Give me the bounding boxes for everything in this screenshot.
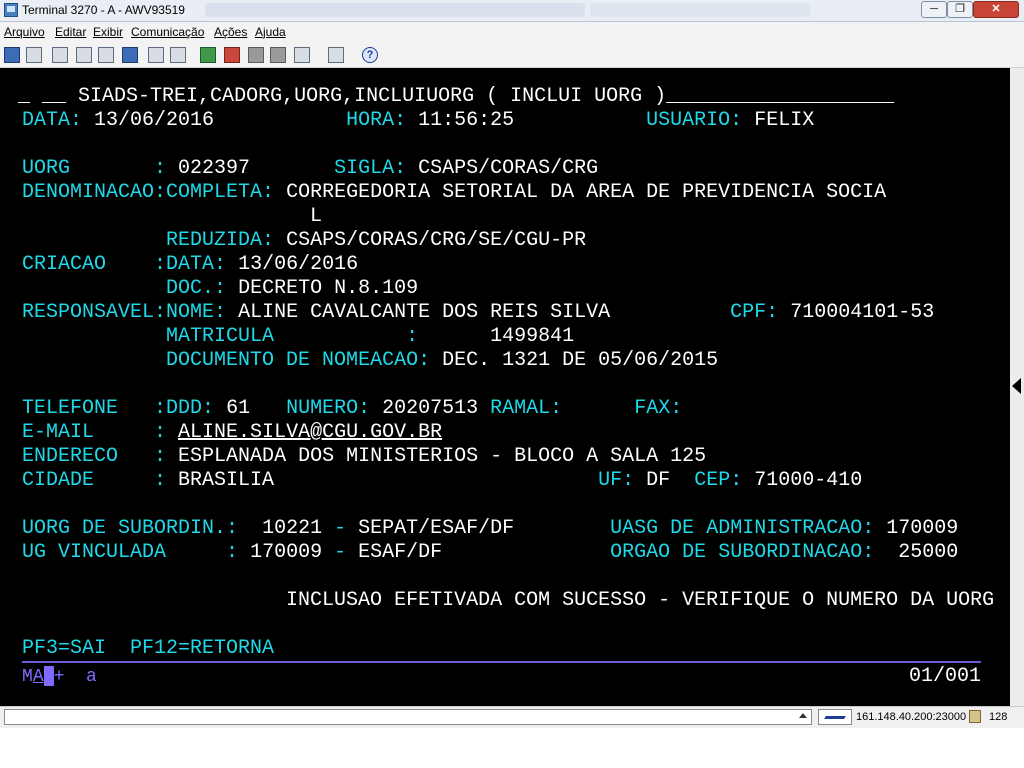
message-line: INCLUSAO EFETIVADA COM SUCESSO - VERIFIQ… bbox=[22, 589, 994, 613]
cidade-line: CIDADE : BRASILIA UF: DF CEP: 71000-410 bbox=[22, 469, 863, 492]
date-value: 13/06/2016 bbox=[94, 109, 215, 132]
copy-icon[interactable] bbox=[76, 47, 92, 63]
sigla-value: CSAPS/CORAS/CRG bbox=[418, 157, 599, 180]
menu-comunicacao[interactable]: Comunicação bbox=[131, 25, 204, 39]
cut-icon[interactable] bbox=[52, 47, 68, 63]
lock-icon bbox=[969, 710, 981, 723]
responsavel-line: RESPONSAVEL:NOME: ALINE CAVALCANTE DOS R… bbox=[22, 301, 935, 324]
denominacao-continuation: L bbox=[310, 205, 323, 228]
subordin-code: 10221 bbox=[262, 517, 323, 540]
subordin-line: UORG DE SUBORDIN.: 10221 - SEPAT/ESAF/DF… bbox=[22, 517, 959, 540]
time-value: 11:56:25 bbox=[418, 109, 515, 132]
title-bar: Terminal 3270 - A - AWV93519 ─ ❐ ✕ bbox=[0, 0, 1024, 22]
cursor-block bbox=[43, 666, 54, 687]
page-indicator: 01/001 bbox=[909, 665, 982, 688]
ug-vinculada-code: 170009 bbox=[250, 541, 323, 564]
transfer-icon[interactable] bbox=[248, 47, 264, 63]
ug-vinculada-name: ESAF/DF bbox=[358, 541, 443, 564]
arrow-up-icon[interactable] bbox=[799, 713, 807, 718]
printer-icon[interactable] bbox=[328, 47, 344, 63]
status-bar: 161.148.40.200:23000 128 bbox=[0, 706, 1024, 728]
cep-value: 71000-410 bbox=[754, 469, 863, 492]
email-value[interactable]: ALINE.SILVA@CGU.GOV.BR bbox=[178, 421, 442, 444]
disconnect-icon[interactable] bbox=[270, 47, 286, 63]
select-icon[interactable] bbox=[122, 47, 138, 63]
date-line: DATA: 13/06/2016 HORA: 11:56:25 USUARIO:… bbox=[22, 109, 815, 132]
menu-acoes[interactable]: Ações bbox=[214, 25, 247, 39]
pf12-key[interactable]: PF12=RETORNA bbox=[130, 637, 274, 660]
uorg-line: UORG : 022397 SIGLA: CSAPS/CORAS/CRG bbox=[22, 157, 599, 180]
menu-editar[interactable]: Editar bbox=[55, 25, 86, 39]
cidade-value: BRASILIA bbox=[178, 469, 275, 492]
criacao-date-value: 13/06/2016 bbox=[238, 253, 359, 276]
send-icon[interactable] bbox=[200, 47, 216, 63]
orgao-value: 25000 bbox=[898, 541, 959, 564]
menu-bar: Arquivo Editar Exibir Comunicação Ações … bbox=[0, 22, 1024, 42]
encryption-bits: 128 bbox=[989, 711, 1008, 723]
subordin-name: SEPAT/ESAF/DF bbox=[358, 517, 515, 540]
help-icon[interactable]: ? bbox=[362, 47, 378, 63]
ddd-value: 61 bbox=[226, 397, 251, 420]
menu-exibir[interactable]: Exibir bbox=[93, 25, 123, 39]
menu-arquivo[interactable]: Arquivo bbox=[4, 25, 45, 39]
uasg-value: 170009 bbox=[886, 517, 959, 540]
close-button[interactable]: ✕ bbox=[973, 1, 1019, 18]
receive-icon[interactable] bbox=[224, 47, 240, 63]
user-value: FELIX bbox=[754, 109, 815, 132]
status-message: INCLUSAO EFETIVADA COM SUCESSO - VERIFIQ… bbox=[286, 589, 995, 612]
minimize-button[interactable]: ─ bbox=[921, 1, 947, 18]
command-field[interactable] bbox=[4, 709, 812, 725]
paste-icon[interactable] bbox=[98, 47, 114, 63]
telefone-line: TELEFONE :DDD: 61 NUMERO: 20207513 RAMAL… bbox=[22, 397, 683, 420]
screen-title: __ SIADS-TREI,CADORG,UORG,INCLUIUORG ( I… bbox=[42, 85, 895, 108]
pf-keys-line: PF3=SAI PF12=RETORNA bbox=[22, 637, 274, 661]
pf3-key[interactable]: PF3=SAI bbox=[22, 637, 106, 660]
toolbar: ? bbox=[0, 42, 1024, 68]
nomeacao-value: DEC. 1321 DE 05/06/2015 bbox=[442, 349, 719, 372]
taskbar-ghost-2 bbox=[590, 3, 810, 17]
uf-value: DF bbox=[646, 469, 671, 492]
numero-value: 20207513 bbox=[382, 397, 479, 420]
oia-status-line: MA + a bbox=[22, 666, 97, 687]
connection-icon bbox=[818, 709, 852, 725]
desktop-area bbox=[0, 728, 1024, 768]
completa-value: CORREGEDORIA SETORIAL DA AREA DE PREVIDE… bbox=[286, 181, 887, 204]
host-address: 161.148.40.200:23000 bbox=[856, 711, 967, 723]
matricula-value: 1499841 bbox=[490, 325, 575, 348]
matricula-line: MATRICULA : 1499841 bbox=[166, 325, 575, 348]
ug-vinculada-line: UG VINCULADA : 170009 - ESAF/DF ORGAO DE… bbox=[22, 541, 959, 564]
nomeacao-line: DOCUMENTO DE NOMEACAO: DEC. 1321 DE 05/0… bbox=[166, 349, 719, 372]
keypad-icon[interactable] bbox=[170, 47, 186, 63]
reduzida-value: CSAPS/CORAS/CRG/SE/CGU-PR bbox=[286, 229, 587, 252]
status-separator bbox=[22, 661, 981, 663]
uorg-value: 022397 bbox=[178, 157, 251, 180]
taskbar-ghost bbox=[205, 3, 585, 17]
maximize-button[interactable]: ❐ bbox=[947, 1, 973, 18]
menu-ajuda[interactable]: Ajuda bbox=[255, 25, 286, 39]
arrow-left-icon[interactable] bbox=[1012, 378, 1021, 394]
settings-icon[interactable] bbox=[294, 47, 310, 63]
header-line: _ __ SIADS-TREI,CADORG,UORG,INCLUIUORG (… bbox=[18, 85, 895, 108]
window-title: Terminal 3270 - A - AWV93519 bbox=[22, 3, 185, 17]
email-line: E-MAIL : ALINE.SILVA@CGU.GOV.BR bbox=[22, 421, 443, 444]
doc-line: DOC.: DECRETO N.8.109 bbox=[166, 277, 419, 300]
reduzida-line: REDUZIDA: CSAPS/CORAS/CRG/SE/CGU-PR bbox=[166, 229, 587, 252]
terminal-screen[interactable]: _ __ SIADS-TREI,CADORG,UORG,INCLUIUORG (… bbox=[0, 68, 1010, 706]
doc-value: DECRETO N.8.109 bbox=[238, 277, 419, 300]
cpf-value: 710004101-53 bbox=[790, 301, 935, 324]
print-screen-icon[interactable] bbox=[26, 47, 42, 63]
print-icon[interactable] bbox=[4, 47, 20, 63]
side-panel-toggle[interactable] bbox=[1010, 68, 1024, 706]
endereco-line: ENDERECO : ESPLANADA DOS MINISTERIOS - B… bbox=[22, 445, 707, 468]
nome-value: ALINE CAVALCANTE DOS REIS SILVA bbox=[238, 301, 611, 324]
endereco-value: ESPLANADA DOS MINISTERIOS - BLOCO A SALA… bbox=[178, 445, 707, 468]
macro-icon[interactable] bbox=[148, 47, 164, 63]
denominacao-line: DENOMINACAO:COMPLETA: CORREGEDORIA SETOR… bbox=[22, 181, 887, 204]
terminal-app-icon bbox=[4, 3, 18, 17]
criacao-line: CRIACAO :DATA: 13/06/2016 bbox=[22, 253, 359, 276]
